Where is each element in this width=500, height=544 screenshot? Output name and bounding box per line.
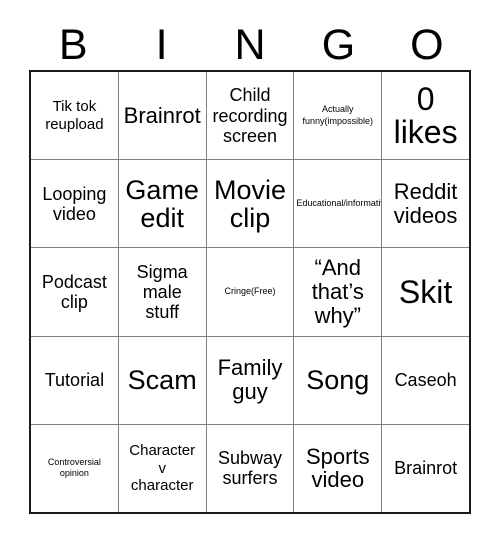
header-letter-i: I: [155, 20, 168, 69]
bingo-cell-label: Song: [306, 365, 370, 396]
bingo-cell-label: Educational/informative: [296, 198, 383, 209]
bingo-cell-label: Brainrot: [394, 458, 458, 479]
bingo-cell-b2[interactable]: Looping video: [31, 160, 119, 248]
bingo-cell-label: Subway surfers: [217, 448, 283, 489]
header-letter-b: B: [58, 20, 88, 69]
bingo-row: Tik tok reupload Brainrot Child recordin…: [31, 72, 469, 161]
bingo-cell-g4[interactable]: Song: [294, 336, 383, 424]
bingo-cell-label: Brainrot: [123, 102, 201, 128]
bingo-cell-label: Character v character: [129, 441, 196, 495]
bingo-cell-o5[interactable]: Brainrot: [382, 425, 469, 512]
bingo-cell-b4[interactable]: Tutorial: [31, 336, 119, 424]
bingo-cell-g1[interactable]: Actually funny(impossible): [294, 72, 383, 160]
bingo-cell-n5[interactable]: Subway surfers: [207, 424, 295, 513]
bingo-cell-i5[interactable]: Character v character: [119, 424, 207, 513]
bingo-cell-label: Looping video: [42, 183, 107, 224]
bingo-grid: Tik tok reupload Brainrot Child recordin…: [29, 70, 471, 514]
bingo-cell-b1[interactable]: Tik tok reupload: [31, 72, 119, 160]
bingo-cell-label: Cringe(Free): [224, 286, 276, 297]
bingo-cell-label: 0 likes: [393, 80, 458, 150]
bingo-cell-n4[interactable]: Family guy: [207, 336, 295, 424]
bingo-cell-label: Controversial opinion: [47, 457, 101, 479]
bingo-row: Looping video Game edit Movie clip Educa…: [31, 160, 469, 249]
bingo-cell-o3[interactable]: Skit: [382, 248, 469, 335]
bingo-cell-label: Caseoh: [394, 370, 457, 391]
bingo-header: B I N G O: [29, 20, 471, 70]
bingo-cell-i4[interactable]: Scam: [119, 336, 207, 424]
bingo-cell-label: Movie clip: [213, 174, 286, 233]
bingo-row: Podcast clip Sigma male stuff Cringe(Fre…: [31, 248, 469, 337]
bingo-cell-o2[interactable]: Reddit videos: [382, 160, 469, 247]
bingo-cell-label: Skit: [398, 273, 453, 310]
bingo-cell-g3[interactable]: “And that’s why”: [294, 248, 383, 336]
bingo-card: B I N G O Tik tok reupload Brainrot Chil…: [0, 0, 500, 544]
bingo-cell-g5[interactable]: Sports video: [294, 424, 383, 513]
bingo-cell-label: “And that’s why”: [311, 255, 364, 328]
bingo-cell-b3[interactable]: Podcast clip: [31, 248, 119, 336]
bingo-cell-label: Scam: [127, 365, 197, 396]
bingo-cell-i1[interactable]: Brainrot: [119, 72, 207, 160]
bingo-cell-label: Actually funny(impossible): [302, 104, 374, 126]
bingo-cell-n2[interactable]: Movie clip: [207, 160, 295, 248]
bingo-cell-label: Sigma male stuff: [136, 261, 188, 323]
bingo-cell-label: Game edit: [125, 174, 199, 233]
header-letter-o: O: [410, 20, 444, 69]
bingo-cell-label: Reddit videos: [393, 179, 458, 228]
bingo-cell-i2[interactable]: Game edit: [119, 160, 207, 248]
bingo-cell-i3[interactable]: Sigma male stuff: [119, 248, 207, 336]
bingo-cell-label: Family guy: [217, 355, 283, 405]
bingo-cell-o4[interactable]: Caseoh: [382, 337, 469, 424]
bingo-cell-label: Tutorial: [44, 370, 105, 391]
bingo-row: Tutorial Scam Family guy Song Caseoh: [31, 336, 469, 425]
bingo-cell-label: Podcast clip: [41, 271, 107, 312]
bingo-cell-g2[interactable]: Educational/informative: [294, 160, 383, 248]
bingo-cell-free-space[interactable]: Cringe(Free): [207, 248, 295, 336]
header-letter-n: N: [234, 20, 266, 69]
bingo-cell-label: Tik tok reupload: [45, 97, 104, 133]
bingo-cell-label: Sports video: [305, 443, 370, 493]
bingo-cell-o1[interactable]: 0 likes: [382, 72, 469, 159]
bingo-row: Controversial opinion Character v charac…: [31, 424, 469, 513]
bingo-cell-label: Child recording screen: [212, 85, 288, 146]
header-letter-g: G: [321, 20, 356, 69]
bingo-cell-n1[interactable]: Child recording screen: [207, 72, 295, 160]
bingo-cell-b5[interactable]: Controversial opinion: [31, 424, 119, 513]
